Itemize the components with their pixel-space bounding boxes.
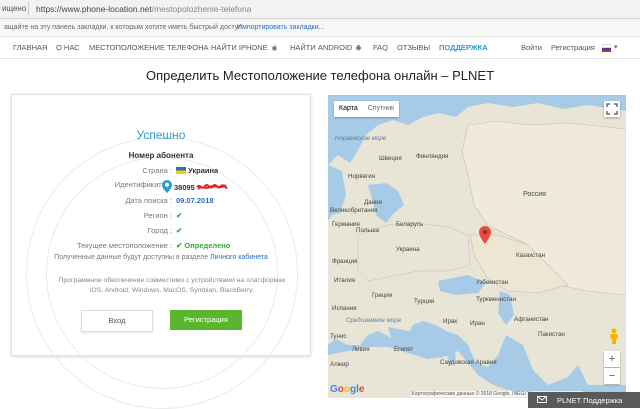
url-path: /mestopolozhenie-telefona <box>151 4 252 14</box>
map-label: Саудовская Аравия <box>440 359 497 366</box>
map-label: Греция <box>372 292 393 299</box>
page-title: Определить Местоположение телефона онлай… <box>145 68 495 83</box>
identifier-label: Идентификатор: <box>114 180 172 189</box>
nav-support[interactable]: ПОДДЕРЖКА <box>439 43 488 52</box>
map-label: Польша <box>356 227 379 234</box>
nav-reviews[interactable]: ОТЗЫВЫ <box>397 43 430 52</box>
location-status: Определено <box>184 241 231 250</box>
map-label: Россия <box>523 191 546 198</box>
country-value: Украина <box>176 166 218 175</box>
street-view-pegman-icon[interactable] <box>609 328 619 344</box>
country-label: Страна : <box>142 166 172 175</box>
browser-address-bar[interactable]: ищено https://www.phone-location.net/mes… <box>0 0 640 19</box>
envelope-icon <box>537 396 547 403</box>
map-label: Дания <box>364 199 382 206</box>
language-dropdown-chevron-icon[interactable]: ▾ <box>614 43 618 51</box>
nav-find-android[interactable]: НАЙТИ ANDROID <box>290 43 362 52</box>
map-type-map-tab[interactable]: Карта <box>334 101 363 117</box>
bookmarks-bar: ащайте на эту панель закладки, к которым… <box>0 19 640 37</box>
security-indicator[interactable]: ищено <box>2 4 26 13</box>
date-value: 09.07.2018 <box>176 196 214 205</box>
data-note-text: Полученные данные будут доступны в разде… <box>54 254 209 261</box>
nav-faq[interactable]: FAQ <box>373 43 388 52</box>
language-flag-icon[interactable] <box>602 44 611 52</box>
login-link[interactable]: Войти <box>521 43 542 52</box>
map-label: Великобритания <box>330 207 378 214</box>
map-label: Алжир <box>330 361 349 368</box>
map-label: Туркменистан <box>476 296 516 303</box>
register-button[interactable]: Регистрация <box>170 310 242 330</box>
location-marker-icon[interactable] <box>479 226 491 244</box>
apple-icon <box>272 44 277 51</box>
redaction-scribble <box>196 184 228 190</box>
map-label: Франция <box>332 258 358 265</box>
nav-home[interactable]: ГЛАВНАЯ <box>13 43 47 52</box>
separator <box>28 2 29 15</box>
map-label: Египет <box>394 346 414 353</box>
support-chat-tab[interactable]: PLNET Поддержка <box>528 392 640 408</box>
date-label: Дата поиска : <box>125 196 172 205</box>
personal-account-link[interactable]: Личного кабинета <box>210 254 268 261</box>
country-name: Украина <box>188 166 219 175</box>
compatibility-text: Программное обеспечение совместимо с уст… <box>58 277 286 294</box>
data-availability-note: Полученные данные будут доступны в разде… <box>12 254 310 261</box>
city-check-icon: ✔ <box>176 226 183 235</box>
map-label: Пакистан <box>538 331 565 338</box>
region-label: Регион : <box>143 211 172 220</box>
location-value: ✔ Определено <box>176 241 230 250</box>
site-navigation: ГЛАВНАЯ О НАС МЕСТОПОЛОЖЕНИЕ ТЕЛЕФОНА НА… <box>0 37 640 59</box>
register-link[interactable]: Регистрация <box>551 43 595 52</box>
url-host: https://www.phone-location.net <box>36 4 152 14</box>
nav-about[interactable]: О НАС <box>56 43 80 52</box>
support-chat-label: PLNET Поддержка <box>557 396 623 405</box>
map-label: Норвегия <box>348 173 376 180</box>
bookmarks-hint: ащайте на эту панель закладки, к которым… <box>4 24 244 31</box>
location-pin-icon <box>162 180 172 193</box>
nav-find-iphone-label: НАЙТИ IPHONE <box>211 43 268 52</box>
map-label: Испания <box>332 305 357 312</box>
status-heading: Успешно <box>136 128 186 142</box>
city-label: Город : <box>147 226 172 235</box>
identifier-value: 38095 <box>162 180 228 193</box>
map-label: Ливия <box>352 346 370 353</box>
zoom-out-button[interactable]: − <box>604 368 620 384</box>
login-button[interactable]: Вход <box>81 310 153 332</box>
subscriber-heading: Номер абонента <box>128 151 194 160</box>
import-bookmarks-link[interactable]: Импортировать закладки... <box>237 24 324 31</box>
map-label: Финляндия <box>416 153 449 160</box>
map-label: Украина <box>396 246 420 253</box>
map-type-satellite-tab[interactable]: Спутник <box>363 101 399 117</box>
region-check-icon: ✔ <box>176 211 183 220</box>
location-label: Текущее местоположение : <box>76 241 172 250</box>
map-label: Беларусь <box>396 221 424 228</box>
nav-phone-location[interactable]: МЕСТОПОЛОЖЕНИЕ ТЕЛЕФОНА <box>89 43 209 52</box>
ukraine-flag-icon <box>176 167 186 174</box>
nav-find-iphone[interactable]: НАЙТИ IPHONE <box>211 43 278 52</box>
nav-find-android-label: НАЙТИ ANDROID <box>290 43 353 52</box>
map-label: Казахстан <box>516 252 545 259</box>
identifier-number: 38095 <box>174 183 195 192</box>
zoom-in-button[interactable]: + <box>604 351 620 367</box>
map-label: Турция <box>414 298 435 305</box>
map-label: Узбекистан <box>476 279 509 286</box>
map-type-switcher: Карта Спутник <box>334 101 400 117</box>
android-icon <box>356 45 362 51</box>
google-logo: Google <box>330 384 365 395</box>
map-label: Афганистан <box>514 316 549 323</box>
url-text[interactable]: https://www.phone-location.net/mestopolo… <box>36 4 251 14</box>
fullscreen-icon <box>606 103 618 115</box>
map-label: Иран <box>470 320 485 327</box>
map-label: Средиземное море <box>346 317 402 324</box>
map-label: Норвежское море <box>335 135 387 142</box>
map-view[interactable]: Карта Спутник Норвежское море Швеция Финл… <box>328 95 626 398</box>
map-label: Италия <box>334 277 356 284</box>
map-label: Ирак <box>443 318 458 325</box>
map-label: Швеция <box>379 155 402 162</box>
fullscreen-button[interactable] <box>604 101 620 117</box>
result-card: Успешно Номер абонента Страна : Украина … <box>11 94 311 409</box>
map-label: Тунис <box>330 333 347 340</box>
